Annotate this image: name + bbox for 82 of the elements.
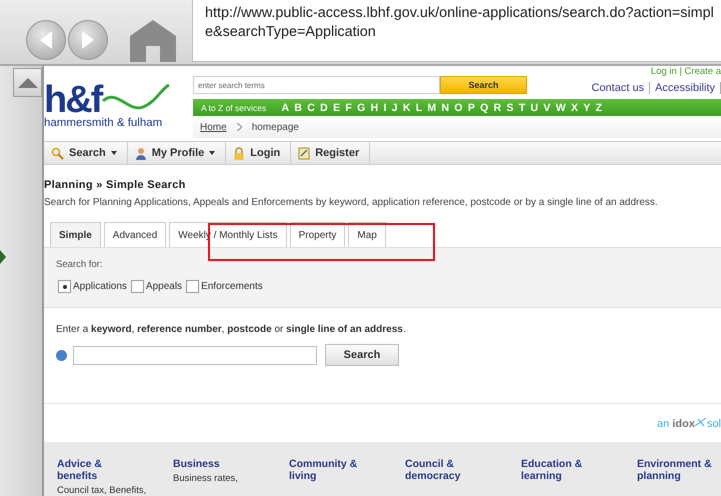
radio-button[interactable] xyxy=(58,280,71,293)
search-for-label: Search for: xyxy=(56,259,104,270)
search-button[interactable]: Search xyxy=(440,76,527,94)
page-description: Search for Planning Applications, Appeals and Enforcements by keyword, application reference, postcode or by a single line of an address. xyxy=(44,197,659,208)
letter-link[interactable]: L xyxy=(416,102,422,114)
footer-heading[interactable]: Advice & benefits xyxy=(57,458,145,482)
back-icon xyxy=(38,30,54,50)
radio-label: Appeals xyxy=(146,281,182,292)
letter-link[interactable]: Z xyxy=(596,102,602,114)
forward-button[interactable] xyxy=(68,20,108,60)
letter-link[interactable]: P xyxy=(468,102,475,114)
caret-icon xyxy=(209,151,216,155)
search-field[interactable]: enter search terms xyxy=(193,76,440,94)
logo-mark[interactable]: h&f xyxy=(44,83,102,117)
header-link[interactable]: Accessibility xyxy=(650,82,721,94)
letter-link[interactable]: R xyxy=(494,102,502,114)
idox-logo: an idox sol xyxy=(657,416,721,430)
footer-heading[interactable]: Council & democracy xyxy=(405,458,493,482)
footer-heading[interactable]: Community & living xyxy=(289,458,377,482)
search-instructions: Enter a keyword, reference number, postcode or single line of an address. xyxy=(56,324,407,335)
chevron-icon xyxy=(236,123,242,131)
letter-link[interactable]: A xyxy=(282,102,290,114)
letter-link[interactable]: G xyxy=(357,102,366,114)
letter-link[interactable]: V xyxy=(543,102,550,114)
help-icon[interactable] xyxy=(56,350,67,360)
keyword-field[interactable] xyxy=(73,346,317,364)
letter-link[interactable]: Y xyxy=(583,102,590,114)
footer-text: Council tax, Benefits, xyxy=(57,485,148,496)
letter-link[interactable]: C xyxy=(307,102,315,114)
caret-icon xyxy=(110,151,117,155)
letter-link[interactable]: I xyxy=(383,102,386,114)
breadcrumb-current: homepage xyxy=(252,122,299,132)
tab[interactable]: Simple xyxy=(50,222,101,247)
letter-link[interactable]: N xyxy=(441,102,450,114)
search-icon xyxy=(51,146,64,160)
footer-heading[interactable]: Business xyxy=(173,458,261,470)
tab[interactable]: Property xyxy=(290,222,346,247)
radio-label: Applications xyxy=(73,281,127,292)
logo-name: hammersmith & fulham xyxy=(44,117,164,129)
up-arrow-icon xyxy=(18,78,38,88)
footer-heading[interactable]: Environment & planning xyxy=(637,458,721,482)
header-link[interactable]: Contact us xyxy=(586,82,650,94)
breadcrumb-link[interactable]: Home xyxy=(200,122,227,132)
letter-link[interactable]: J xyxy=(392,102,398,114)
account-links[interactable]: Log in | Create a xyxy=(650,66,721,77)
menu-item[interactable]: Register xyxy=(291,142,370,164)
letter-link[interactable]: K xyxy=(402,102,410,114)
letter-link[interactable]: H xyxy=(370,102,378,114)
a-to-z-label: A to Z of services xyxy=(201,102,266,112)
scroll-up-button[interactable] xyxy=(13,68,42,97)
letter-link[interactable]: B xyxy=(294,102,302,114)
letter-link[interactable]: Q xyxy=(480,102,488,114)
home-icon[interactable] xyxy=(130,20,176,62)
letter-link[interactable]: U xyxy=(530,102,538,114)
letter-link[interactable]: X xyxy=(570,102,578,114)
tab[interactable]: Advanced xyxy=(104,222,166,247)
forward-icon xyxy=(80,30,96,50)
menu-item[interactable]: Login xyxy=(226,142,292,164)
letter-link[interactable]: W xyxy=(556,102,566,114)
menu-item[interactable]: Search xyxy=(44,142,128,164)
letter-link[interactable]: O xyxy=(454,102,463,114)
search-button[interactable]: Search xyxy=(325,344,399,366)
lock-icon xyxy=(233,146,246,160)
letter-link[interactable]: M xyxy=(427,102,436,114)
address-bar[interactable]: http://www.public-access.lbhf.gov.uk/online-applications/search.do?action=simple&searchType=Application xyxy=(192,0,721,62)
radio-button[interactable] xyxy=(130,280,144,293)
letter-link[interactable]: D xyxy=(320,102,328,114)
page-heading: Planning » Simple Search xyxy=(44,179,187,191)
letter-link[interactable]: E xyxy=(333,102,340,114)
letter-link[interactable]: F xyxy=(345,102,352,114)
footer-heading[interactable]: Education & learning xyxy=(521,458,609,482)
letter-link[interactable]: T xyxy=(518,102,526,114)
radio-button[interactable] xyxy=(186,280,200,293)
back-button[interactable] xyxy=(26,20,66,60)
letter-link[interactable]: S xyxy=(506,102,514,114)
tab[interactable]: Map xyxy=(348,222,386,247)
radio-label: Enforcements xyxy=(201,281,263,292)
person-icon xyxy=(134,146,147,160)
menu-item[interactable]: My Profile xyxy=(128,142,226,164)
notepad-icon xyxy=(298,146,310,160)
footer-text: Business rates, xyxy=(173,473,239,484)
arrow-icon xyxy=(0,250,6,264)
